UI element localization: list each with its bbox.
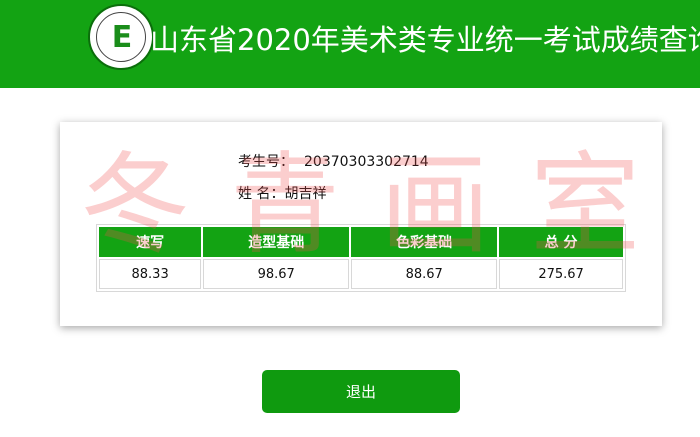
logout-button[interactable]: 退出 <box>262 370 460 413</box>
school-emblem-icon: E <box>88 4 154 70</box>
student-name-row: 姓 名：胡吉祥 <box>238 184 326 204</box>
page-title: 山东省2020年美术类专业统一考试成绩查询 <box>150 23 700 57</box>
header-color: 色彩基础 <box>351 227 498 257</box>
score-table: 速写 造型基础 色彩基础 总 分 88.33 98.67 88.67 275.6… <box>96 224 626 292</box>
student-name-value: 胡吉祥 <box>284 186 327 202</box>
score-total: 275.67 <box>499 259 623 289</box>
exam-id-label: 考生号： <box>238 154 294 170</box>
header-modeling: 造型基础 <box>203 227 350 257</box>
exam-id-value: 20370303302714 <box>304 154 429 170</box>
score-sketch: 88.33 <box>99 259 202 289</box>
page-header: E 山东省2020年美术类专业统一考试成绩查询 <box>0 0 700 88</box>
score-modeling: 98.67 <box>203 259 350 289</box>
score-color: 88.67 <box>351 259 498 289</box>
score-header-row: 速写 造型基础 色彩基础 总 分 <box>99 227 623 257</box>
score-value-row: 88.33 98.67 88.67 275.67 <box>99 259 623 289</box>
header-sketch: 速写 <box>99 227 202 257</box>
exam-id-row: 考生号： 20370303302714 <box>238 152 429 172</box>
header-total: 总 分 <box>499 227 623 257</box>
logo-letter: E <box>111 20 133 55</box>
student-name-label: 姓 名： <box>238 186 285 202</box>
